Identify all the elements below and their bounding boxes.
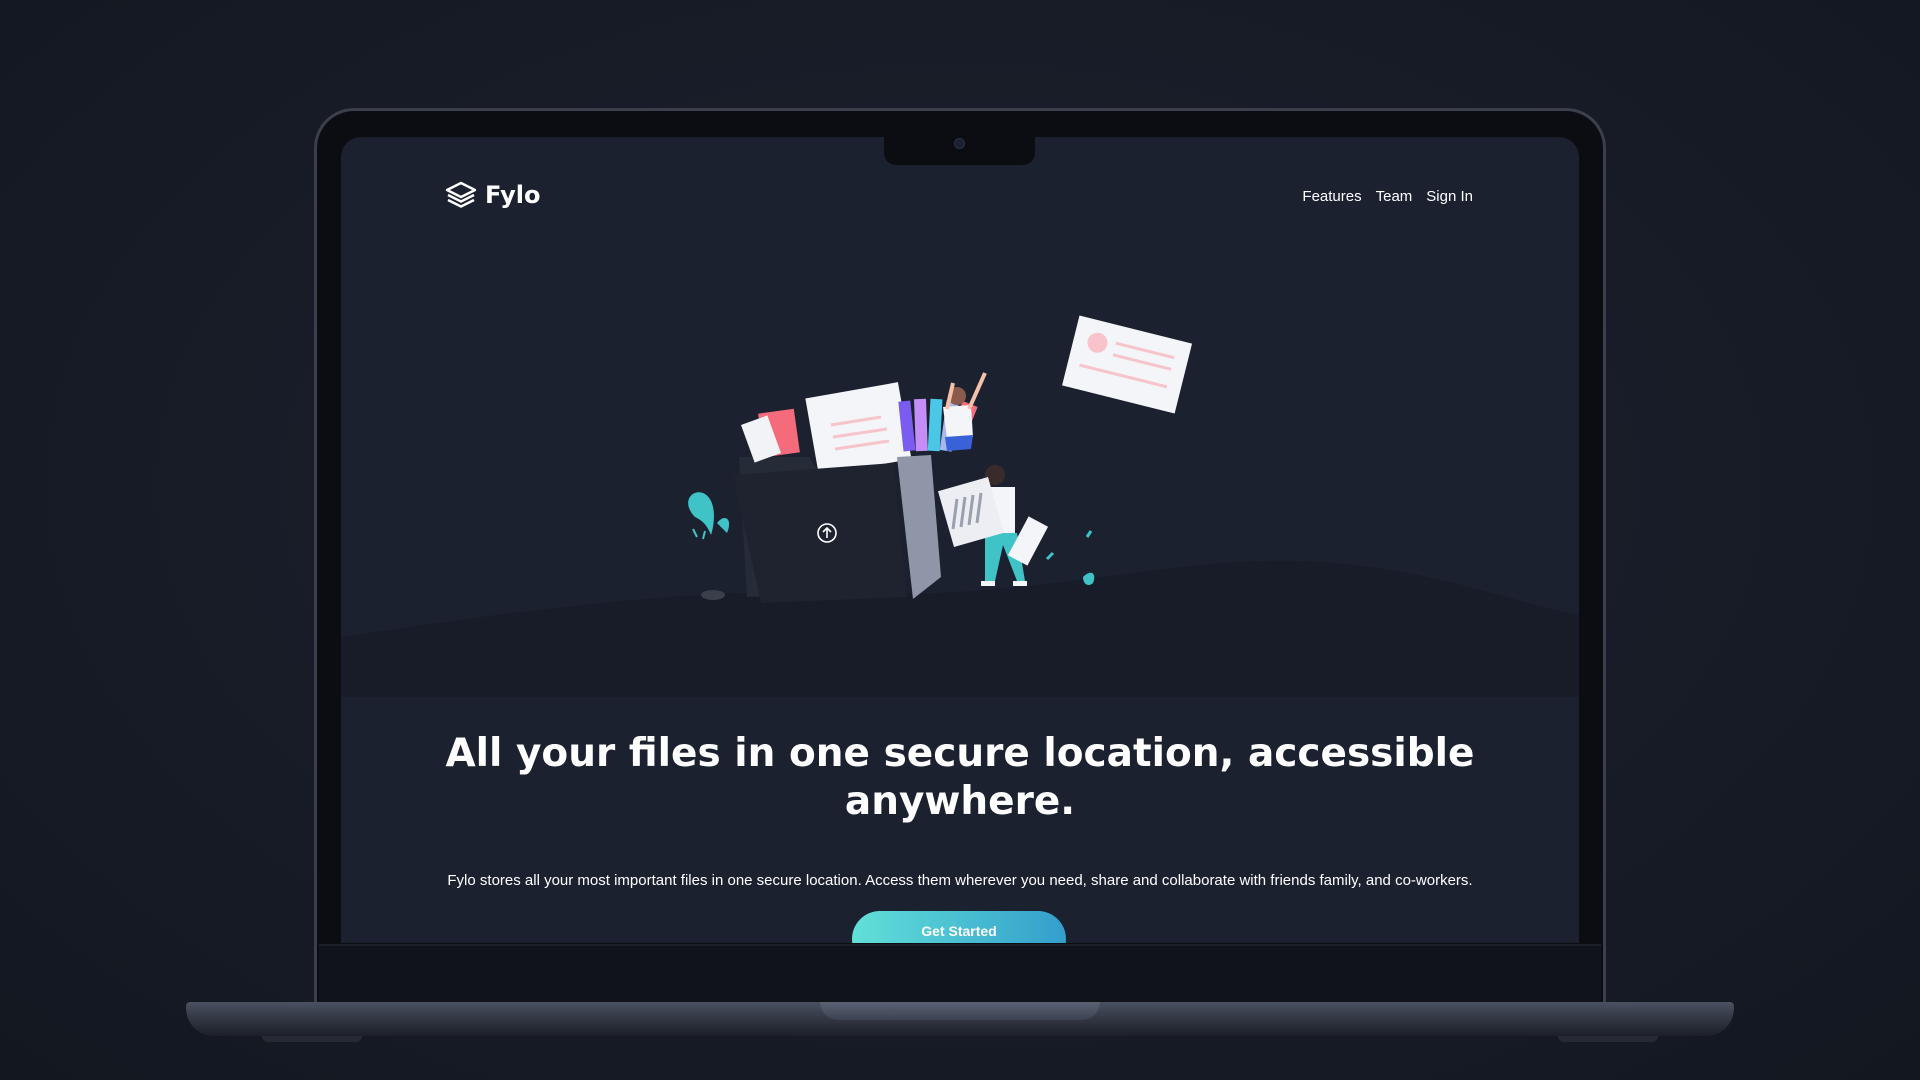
laptop-bottom-bezel — [319, 944, 1601, 1004]
get-started-button[interactable]: Get Started — [852, 911, 1066, 943]
hero-illustration — [341, 315, 1579, 697]
hero-title: All your files in one secure location, a… — [341, 730, 1579, 826]
laptop-screen: Fylo Features Team Sign In All your file… — [341, 137, 1579, 943]
laptop-foot-right — [1558, 1036, 1658, 1042]
hero-title-line-1: All your files in one secure location, a… — [445, 731, 1475, 776]
camera-icon — [954, 138, 965, 149]
stage: Fylo Features Team Sign In All your file… — [0, 0, 1920, 1080]
screen-notch — [884, 137, 1035, 165]
hero-title-line-2: anywhere. — [844, 779, 1076, 824]
laptop-foot-left — [262, 1036, 362, 1042]
hero-description: Fylo stores all your most important file… — [447, 872, 1473, 889]
laptop-opening-notch — [820, 1002, 1100, 1020]
get-started-label: Get Started — [921, 923, 997, 939]
